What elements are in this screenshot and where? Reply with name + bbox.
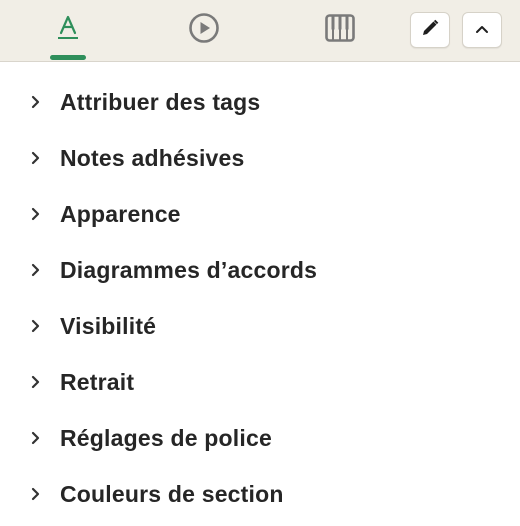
toolbar [0, 0, 520, 62]
list-item[interactable]: Couleurs de section [0, 466, 520, 522]
list-item[interactable]: Visibilité [0, 298, 520, 354]
list-item[interactable]: Attribuer des tags [0, 74, 520, 130]
chevron-up-icon [475, 21, 489, 39]
list-item[interactable]: Notes adhésives [0, 130, 520, 186]
list-item-label: Diagrammes d’accords [60, 256, 318, 283]
list-item[interactable]: Diagrammes d’accords [0, 242, 520, 298]
piano-keys-icon [325, 14, 355, 47]
list-item-label: Couleurs de section [60, 480, 284, 507]
chevron-right-icon [30, 375, 42, 389]
pencil-icon [421, 19, 439, 42]
collapse-button[interactable] [462, 12, 502, 48]
active-tab-indicator [50, 55, 86, 60]
list-item-label: Attribuer des tags [60, 88, 261, 115]
list-item[interactable]: Apparence [0, 186, 520, 242]
settings-panel: Attribuer des tags Notes adhésives Appar… [0, 0, 520, 526]
list-item-label: Notes adhésives [60, 144, 245, 171]
list-item-label: Visibilité [60, 312, 157, 339]
chevron-right-icon [30, 263, 42, 277]
list-item-label: Apparence [60, 200, 181, 227]
chevron-right-icon [30, 487, 42, 501]
edit-button[interactable] [410, 12, 450, 48]
chevron-right-icon [30, 151, 42, 165]
list-item[interactable]: Retrait [0, 354, 520, 410]
play-circle-icon [188, 12, 220, 49]
tab-playback[interactable] [168, 0, 240, 61]
chevron-right-icon [30, 207, 42, 221]
chevron-right-icon [30, 431, 42, 445]
settings-list: Attribuer des tags Notes adhésives Appar… [0, 74, 520, 522]
chevron-right-icon [30, 95, 42, 109]
chevron-right-icon [30, 319, 42, 333]
tab-piano[interactable] [304, 0, 376, 61]
list-item-label: Réglages de police [60, 424, 272, 451]
list-item-label: Retrait [60, 368, 135, 395]
list-item[interactable]: Réglages de police [0, 410, 520, 466]
tab-text-format[interactable] [32, 0, 104, 61]
text-format-icon [56, 15, 80, 46]
